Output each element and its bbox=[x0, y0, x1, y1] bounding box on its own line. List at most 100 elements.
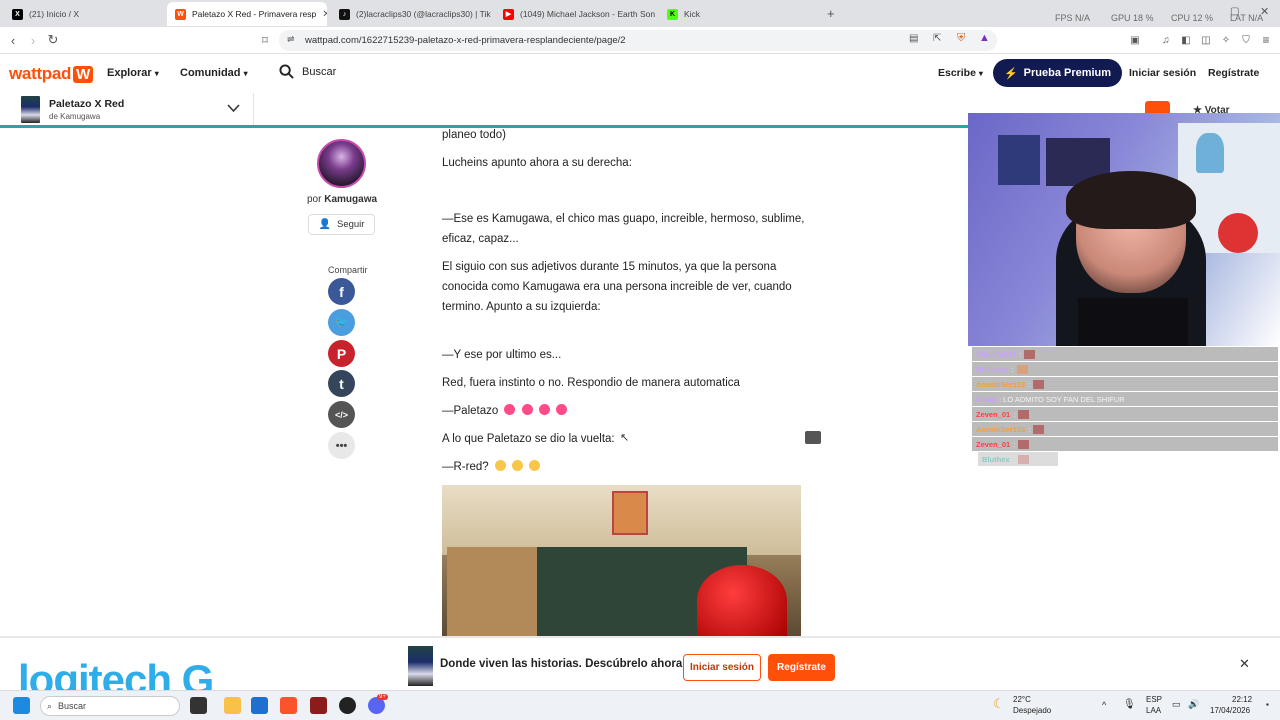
tab-title: (1049) Michael Jackson - Earth Song bbox=[520, 9, 655, 19]
store-icon[interactable] bbox=[251, 697, 268, 714]
chat-message: AsesinSer133: bbox=[972, 422, 1278, 436]
story-title[interactable]: Paletazo X Red bbox=[49, 98, 124, 110]
chat-text: : LO ADMITO SOY FAN DEL SHIFUR bbox=[999, 394, 1125, 404]
notification-icon[interactable]: ▪ bbox=[1266, 700, 1269, 709]
panel-icon[interactable]: ◧ bbox=[1178, 32, 1194, 48]
site-info-icon[interactable]: ⇌ bbox=[287, 34, 295, 45]
browser-tab-strip: X (21) Inicio / X W Paletazo X Red - Pri… bbox=[0, 0, 1280, 27]
leo-ai-icon[interactable]: ✧ bbox=[1218, 32, 1234, 48]
sidebar-icon[interactable]: ▣ bbox=[1127, 32, 1143, 48]
facebook-icon[interactable]: f bbox=[328, 278, 355, 305]
chevron-up-icon[interactable]: ^ bbox=[1102, 700, 1106, 710]
paragraph: —Ese es Kamugawa, el chico mas guapo, in… bbox=[442, 213, 805, 225]
tab-x[interactable]: X (21) Inicio / X bbox=[4, 2, 164, 26]
story-cover[interactable] bbox=[21, 96, 40, 123]
follow-button[interactable]: 👤 Seguir bbox=[308, 214, 375, 235]
obs-icon[interactable] bbox=[339, 697, 356, 714]
tumblr-icon[interactable]: t bbox=[328, 370, 355, 397]
tab-wattpad[interactable]: W Paletazo X Red - Primavera resp ✕ bbox=[167, 2, 327, 26]
tab-kick[interactable]: K Kick bbox=[659, 2, 819, 26]
explore-menu[interactable]: Explorar ▾ bbox=[107, 67, 159, 79]
emote-icon bbox=[1016, 364, 1028, 374]
brave-shield-icon[interactable]: ⛨ bbox=[957, 32, 965, 45]
bookmark-icon[interactable]: ⌑ bbox=[257, 32, 273, 48]
microphone-icon[interactable]: 🎙 bbox=[1123, 699, 1136, 710]
new-tab-button[interactable]: + bbox=[827, 6, 835, 21]
webcam-overlay bbox=[968, 113, 1280, 346]
share-heading: Compartir bbox=[328, 265, 368, 275]
media-icon[interactable]: ♫ bbox=[1158, 32, 1174, 48]
follow-label: Seguir bbox=[336, 219, 365, 230]
network-icon[interactable]: ▭ bbox=[1172, 699, 1181, 710]
pinterest-icon[interactable]: P bbox=[328, 340, 355, 367]
brave-icon[interactable] bbox=[280, 697, 297, 714]
banner-register-button[interactable]: Regístrate bbox=[768, 654, 835, 681]
chat-message: Brixlaww: bbox=[972, 362, 1278, 376]
paragraph: Red, fuera instinto o no. Respondio de m… bbox=[442, 377, 740, 389]
wattpad-logo[interactable]: wattpad W bbox=[9, 64, 93, 84]
windows-taskbar: ⌕ Buscar 9+ ☾ 22°C Despejado ^ 🎙 ESP LAA … bbox=[0, 690, 1280, 720]
forward-icon[interactable]: › bbox=[25, 32, 41, 48]
clock-date[interactable]: 17/04/2026 bbox=[1210, 706, 1250, 715]
taskbar-search[interactable]: ⌕ Buscar bbox=[40, 696, 180, 716]
chat-user: Zeven_01 bbox=[976, 409, 1011, 419]
back-icon[interactable]: ‹ bbox=[5, 32, 21, 48]
file-explorer-icon[interactable] bbox=[224, 697, 241, 714]
close-window-icon[interactable]: ✕ bbox=[1260, 5, 1269, 18]
explore-label: Explorar bbox=[107, 67, 152, 79]
lang-primary[interactable]: ESP bbox=[1146, 695, 1162, 704]
wattpad-icon: W bbox=[175, 8, 186, 20]
banner-login-button[interactable]: Iniciar sesión bbox=[683, 654, 761, 681]
speaker-icon[interactable]: 🔊 bbox=[1188, 699, 1199, 710]
paragraph-with-emoji: —Paletazo bbox=[442, 401, 568, 421]
search-icon: ⌕ bbox=[47, 700, 53, 711]
chat-text: : bbox=[1028, 379, 1031, 389]
write-menu[interactable]: Escribe ▾ bbox=[938, 67, 983, 79]
maximize-icon[interactable]: ▢ bbox=[1230, 6, 1239, 17]
lang-secondary[interactable]: LAA bbox=[1146, 706, 1161, 715]
browser-toolbar: ‹ › ↻ ⌑ ⇌ wattpad.com/1622715239-paletaz… bbox=[0, 27, 1280, 54]
twitter-icon[interactable]: 🐦 bbox=[328, 309, 355, 336]
login-link[interactable]: Iniciar sesión bbox=[1129, 67, 1196, 79]
tab-tiktok[interactable]: ♪ (2)lacraclips30 (@lacraclips30) | TikT… bbox=[331, 2, 491, 26]
close-banner-icon[interactable]: ✕ bbox=[1239, 656, 1250, 672]
task-view-icon[interactable] bbox=[190, 697, 207, 714]
vpn-icon[interactable]: ⛉ bbox=[1238, 32, 1254, 48]
windows-start-icon[interactable] bbox=[13, 697, 30, 714]
weather-desc[interactable]: Despejado bbox=[1013, 706, 1051, 715]
add-user-icon: 👤 bbox=[318, 219, 331, 230]
taskbar-search-label: Buscar bbox=[58, 701, 87, 711]
rewards-icon[interactable]: ▲ bbox=[979, 32, 990, 44]
reload-icon[interactable]: ↻ bbox=[45, 32, 61, 48]
wallet-icon[interactable]: ◫ bbox=[1198, 32, 1214, 48]
author-avatar[interactable] bbox=[317, 139, 366, 188]
weather-temp[interactable]: 22°C bbox=[1013, 695, 1031, 704]
embed-icon[interactable]: </> bbox=[328, 401, 355, 428]
cpu-stat: CPU 12 % bbox=[1171, 13, 1214, 23]
tab-title: (2)lacraclips30 (@lacraclips30) | TikTo bbox=[356, 9, 491, 19]
menu-icon[interactable]: ≡ bbox=[1258, 32, 1274, 48]
chat-message: Zeven_01: bbox=[972, 407, 1278, 421]
tab-youtube[interactable]: ▶ (1049) Michael Jackson - Earth Song bbox=[495, 2, 655, 26]
emote-icon bbox=[1018, 409, 1030, 419]
clock-time[interactable]: 22:12 bbox=[1232, 695, 1252, 704]
emote-icon bbox=[1033, 424, 1045, 434]
register-link[interactable]: Regístrate bbox=[1208, 67, 1259, 79]
community-menu[interactable]: Comunidad ▾ bbox=[180, 67, 248, 79]
reader-icon[interactable]: ▤ bbox=[909, 33, 918, 44]
inline-comment-icon[interactable] bbox=[805, 431, 821, 444]
chevron-down-icon[interactable] bbox=[227, 104, 240, 113]
author-name[interactable]: Kamugawa bbox=[324, 194, 377, 205]
chat-message: Zeven_01: bbox=[972, 437, 1278, 451]
share-page-icon[interactable]: ⇱ bbox=[933, 33, 941, 44]
more-icon[interactable]: ••• bbox=[328, 432, 355, 459]
mouse-cursor-icon: ↖ bbox=[620, 432, 630, 444]
search-box[interactable]: Buscar bbox=[279, 64, 336, 79]
story-author[interactable]: de Kamugawa bbox=[49, 112, 100, 121]
divider bbox=[253, 93, 254, 127]
voicemeeter-icon[interactable] bbox=[310, 697, 327, 714]
address-bar[interactable]: ⇌ wattpad.com/1622715239-paletazo-x-red-… bbox=[279, 30, 997, 51]
close-tab-icon[interactable]: ✕ bbox=[322, 9, 327, 20]
premium-button[interactable]: ⚡ Prueba Premium bbox=[993, 59, 1122, 87]
zany-emoji-icon bbox=[529, 460, 541, 471]
